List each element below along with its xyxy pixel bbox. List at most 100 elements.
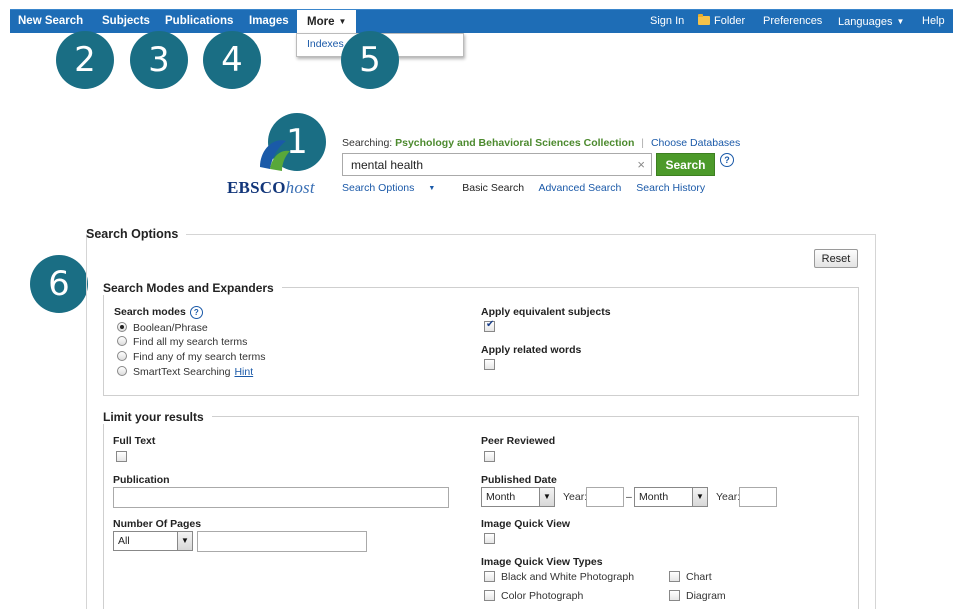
ebscohost-logo: EBSCOhost xyxy=(227,178,315,198)
nav-languages[interactable]: Languages ▼ xyxy=(838,10,904,34)
nav-folder[interactable]: Folder xyxy=(698,10,745,34)
full-text-label: Full Text xyxy=(113,435,156,447)
search-sublinks: Search Options ▼ Basic Search Advanced Se… xyxy=(342,182,717,194)
mode-find-all[interactable]: Find all my search terms xyxy=(117,336,247,348)
basic-search-link[interactable]: Basic Search xyxy=(462,182,524,194)
search-modes-title: Search Modes and Expanders xyxy=(103,281,282,295)
ebsco-logo-icon xyxy=(260,140,290,171)
dropdown-arrow-icon: ▼ xyxy=(177,532,192,550)
image-types-label: Image Quick View Types xyxy=(481,556,603,568)
nav-images[interactable]: Images xyxy=(249,10,289,34)
nav-folder-label: Folder xyxy=(714,15,746,27)
end-year-label: Year: xyxy=(716,491,741,503)
reset-button[interactable]: Reset xyxy=(814,249,858,268)
pages-select[interactable]: All ▼ xyxy=(113,531,193,551)
publication-label: Publication xyxy=(113,474,170,486)
published-date-label: Published Date xyxy=(481,474,557,486)
mode-find-any-label: Find any of my search terms xyxy=(133,351,266,363)
dropdown-arrow-icon: ▼ xyxy=(539,488,554,506)
end-year-input[interactable] xyxy=(739,487,777,507)
equivalent-subjects-checkbox[interactable] xyxy=(484,319,495,332)
mode-find-all-label: Find all my search terms xyxy=(133,336,248,348)
peer-reviewed-checkbox[interactable] xyxy=(484,451,495,462)
number-of-pages-label: Number Of Pages xyxy=(113,518,202,530)
nav-more-label: More xyxy=(307,16,335,28)
peer-reviewed-label: Peer Reviewed xyxy=(481,435,556,447)
search-history-link[interactable]: Search History xyxy=(636,182,705,194)
help-icon[interactable]: ? xyxy=(189,306,203,319)
start-month-value: Month xyxy=(486,491,516,503)
start-month-select[interactable]: Month ▼ xyxy=(481,487,555,507)
pages-input[interactable] xyxy=(197,531,367,552)
mode-smarttext-label: SmartText Searching xyxy=(133,366,231,378)
search-options-title: Search Options xyxy=(86,227,179,241)
image-type-diagram-label: Diagram xyxy=(686,590,726,602)
search-options-link[interactable]: Search Options ▼ xyxy=(342,182,447,194)
choose-databases-link[interactable]: Choose Databases xyxy=(651,137,740,149)
nav-subjects[interactable]: Subjects xyxy=(102,10,150,34)
start-year-label: Year: xyxy=(563,491,588,503)
nav-help[interactable]: Help xyxy=(922,10,945,34)
nav-publications[interactable]: Publications xyxy=(165,10,233,34)
advanced-search-link[interactable]: Advanced Search xyxy=(538,182,621,194)
caret-down-icon: ▼ xyxy=(338,17,347,26)
nav-more[interactable]: More ▼ xyxy=(297,10,357,34)
radio-button[interactable] xyxy=(117,322,127,332)
radio-button[interactable] xyxy=(117,351,127,361)
checkbox[interactable] xyxy=(484,590,495,601)
image-type-color-photo-label: Color Photograph xyxy=(501,590,584,602)
top-navigation-bar: New Search Subjects Publications Images … xyxy=(10,9,953,34)
limit-results-title: Limit your results xyxy=(103,410,212,424)
selected-database: Psychology and Behavioral Sciences Colle… xyxy=(395,137,635,149)
search-options-divider xyxy=(186,234,876,235)
nav-sign-in[interactable]: Sign In xyxy=(650,10,684,34)
image-type-color-photo[interactable]: Color Photograph xyxy=(484,590,583,602)
clear-icon[interactable]: × xyxy=(637,157,645,172)
search-input[interactable] xyxy=(343,154,623,175)
search-modes-label-text: Search modes xyxy=(114,306,186,318)
image-type-bw-photo[interactable]: Black and White Photograph xyxy=(484,571,634,583)
searching-label: Searching: xyxy=(342,137,393,149)
separator: | xyxy=(641,137,645,149)
full-text-checkbox[interactable] xyxy=(116,451,127,462)
mode-smarttext[interactable]: SmartText Searching Hint xyxy=(117,366,253,378)
image-type-diagram[interactable]: Diagram xyxy=(669,590,726,602)
nav-preferences[interactable]: Preferences xyxy=(763,10,822,34)
callout-5: 5 xyxy=(341,31,399,89)
mode-boolean-label: Boolean/Phrase xyxy=(133,322,208,334)
caret-down-icon: ▼ xyxy=(896,17,905,26)
callout-4: 4 xyxy=(203,31,261,89)
radio-button[interactable] xyxy=(117,366,127,376)
searching-line: Searching: Psychology and Behavioral Sci… xyxy=(342,137,740,149)
hint-link[interactable]: Hint xyxy=(234,366,253,378)
caret-down-icon: ▼ xyxy=(428,185,436,192)
help-icon[interactable]: ? xyxy=(720,153,734,167)
search-modes-label: Search modes? xyxy=(114,306,203,319)
callout-3: 3 xyxy=(130,31,188,89)
image-quick-view-checkbox[interactable] xyxy=(484,533,495,544)
nav-new-search[interactable]: New Search xyxy=(18,10,83,34)
start-year-input[interactable] xyxy=(586,487,624,507)
nav-languages-label: Languages xyxy=(838,16,893,28)
image-type-chart-label: Chart xyxy=(686,571,712,583)
search-button[interactable]: Search xyxy=(656,153,715,176)
publication-input[interactable] xyxy=(113,487,449,508)
checkbox[interactable] xyxy=(669,590,680,601)
radio-button[interactable] xyxy=(117,336,127,346)
mode-boolean[interactable]: Boolean/Phrase xyxy=(117,322,208,334)
image-type-chart[interactable]: Chart xyxy=(669,571,712,583)
date-range-dash: – xyxy=(626,491,632,503)
callout-6: 6 xyxy=(30,255,88,313)
checkbox[interactable] xyxy=(484,571,495,582)
checkbox[interactable] xyxy=(669,571,680,582)
search-options-label: Search Options xyxy=(342,182,415,194)
related-words-label: Apply related words xyxy=(481,344,582,356)
folder-icon xyxy=(698,14,710,25)
end-month-select[interactable]: Month ▼ xyxy=(634,487,708,507)
pages-select-value: All xyxy=(118,535,130,547)
image-quick-view-label: Image Quick View xyxy=(481,518,571,530)
search-box: × xyxy=(342,153,652,176)
mode-find-any[interactable]: Find any of my search terms xyxy=(117,351,265,363)
menu-item-indexes[interactable]: Indexes xyxy=(307,38,344,50)
related-words-checkbox[interactable] xyxy=(484,359,495,370)
